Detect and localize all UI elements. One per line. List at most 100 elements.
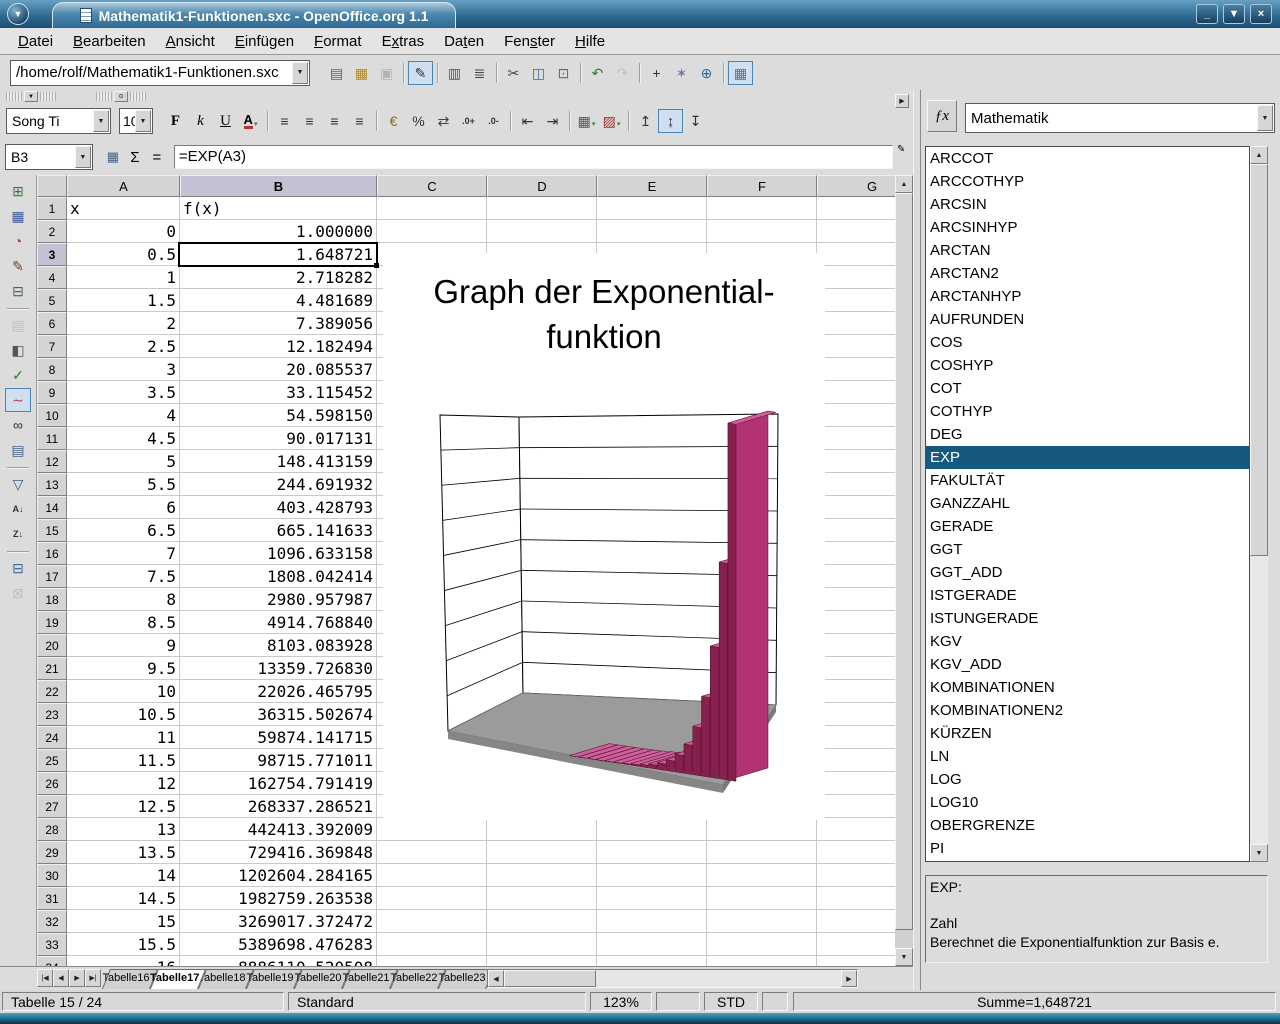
number-format-currency-icon[interactable]: €	[381, 109, 406, 133]
add-decimal-icon[interactable]: .0+	[456, 109, 481, 133]
row-header-2[interactable]: 2	[37, 220, 67, 243]
menu-daten[interactable]: Daten	[434, 30, 494, 53]
gallery-icon[interactable]: ▦	[728, 61, 753, 85]
cell-B14[interactable]: 403.428793	[180, 496, 377, 519]
autopilot-icon[interactable]: ✶	[669, 61, 694, 85]
row-header-4[interactable]: 4	[37, 266, 67, 289]
font-color-icon[interactable]: A▾	[238, 109, 263, 133]
cell-G11[interactable]	[817, 427, 895, 450]
row-header-17[interactable]: 17	[37, 565, 67, 588]
scroll-left-icon[interactable]: ◀	[488, 970, 504, 987]
cell-A1[interactable]: x	[67, 197, 180, 220]
sheet-tab-tabelle17[interactable]: Tabelle17	[150, 969, 198, 989]
horizontal-scrollbar[interactable]: ◀ ▶	[487, 969, 858, 988]
cell-B27[interactable]: 268337.286521	[180, 795, 377, 818]
function-list-item-aufrunden[interactable]: AUFRUNDEN	[926, 308, 1249, 331]
hyperlink-icon[interactable]: ⊕	[694, 61, 719, 85]
sheet-tab-tabelle16[interactable]: Tabelle16	[102, 969, 150, 989]
menu-einfgen[interactable]: Einfügen	[225, 30, 304, 53]
cell-G18[interactable]	[817, 588, 895, 611]
cell-B33[interactable]: 5389698.476283	[180, 933, 377, 956]
embedded-chart[interactable]: Graph der Exponential- funktion	[383, 253, 825, 820]
align-justify-icon[interactable]: ≡	[347, 109, 372, 133]
cell-G13[interactable]	[817, 473, 895, 496]
function-list-item-arcsin[interactable]: ARCSIN	[926, 193, 1249, 216]
cell-E31[interactable]	[597, 887, 707, 910]
sheet-tab-tabelle19[interactable]: Tabelle19	[246, 969, 294, 989]
align-left-icon[interactable]: ≡	[272, 109, 297, 133]
insert-cells-icon[interactable]: ▦	[5, 204, 31, 228]
cell-G34[interactable]	[817, 956, 895, 966]
cell-A34[interactable]: 16	[67, 956, 180, 966]
cell-A6[interactable]: 2	[67, 312, 180, 335]
sheet-tab-tabelle20[interactable]: Tabelle20	[294, 969, 342, 989]
function-list-item-arctan2[interactable]: ARCTAN2	[926, 262, 1249, 285]
function-list-item-arcsinhyp[interactable]: ARCSINHYP	[926, 216, 1249, 239]
function-list-item-arctanhyp[interactable]: ARCTANHYP	[926, 285, 1249, 308]
column-header-C[interactable]: C	[377, 175, 487, 197]
cell-D29[interactable]	[487, 841, 597, 864]
column-header-A[interactable]: A	[67, 175, 180, 197]
export-pdf-icon[interactable]: ▥	[442, 61, 467, 85]
cell-B19[interactable]: 4914.768840	[180, 611, 377, 634]
cell-G1[interactable]	[817, 197, 895, 220]
cell-F33[interactable]	[707, 933, 817, 956]
cell-A32[interactable]: 15	[67, 910, 180, 933]
cell-B16[interactable]: 1096.633158	[180, 542, 377, 565]
auto-spellcheck-icon[interactable]: ∼	[5, 388, 31, 412]
first-sheet-icon[interactable]: |◀	[37, 969, 53, 987]
function-list-item-gerade[interactable]: GERADE	[926, 515, 1249, 538]
find-replace-icon[interactable]: ∞	[5, 413, 31, 437]
menu-fenster[interactable]: Fenster	[494, 30, 565, 53]
cell-E29[interactable]	[597, 841, 707, 864]
cell-F28[interactable]	[707, 818, 817, 841]
cell-G33[interactable]	[817, 933, 895, 956]
function-wizard-panel-button[interactable]: ƒx	[927, 100, 957, 132]
cell-G10[interactable]	[817, 404, 895, 427]
function-list-item-exp[interactable]: EXP	[926, 446, 1249, 469]
cell-G6[interactable]	[817, 312, 895, 335]
cell-G20[interactable]	[817, 634, 895, 657]
cell-E1[interactable]	[597, 197, 707, 220]
cell-A22[interactable]: 10	[67, 680, 180, 703]
row-header-24[interactable]: 24	[37, 726, 67, 749]
function-list-item-ganzzahl[interactable]: GANZZAHL	[926, 492, 1249, 515]
cell-G16[interactable]	[817, 542, 895, 565]
cell-A23[interactable]: 10.5	[67, 703, 180, 726]
function-list-scrollbar-thumb[interactable]	[1250, 164, 1268, 556]
cell-A14[interactable]: 6	[67, 496, 180, 519]
function-list-item-ggt[interactable]: GGT	[926, 538, 1249, 561]
scroll-up-icon[interactable]: ▲	[1250, 146, 1268, 164]
cut-icon[interactable]: ✂	[501, 61, 526, 85]
row-header-8[interactable]: 8	[37, 358, 67, 381]
row-header-33[interactable]: 33	[37, 933, 67, 956]
cell-C29[interactable]	[377, 841, 487, 864]
function-list-item-istgerade[interactable]: ISTGERADE	[926, 584, 1249, 607]
undo-icon[interactable]: ↶	[585, 61, 610, 85]
cell-G22[interactable]	[817, 680, 895, 703]
borders-icon[interactable]: ▦▾	[574, 109, 599, 133]
cell-A28[interactable]: 13	[67, 818, 180, 841]
function-list-item-kombinationen2[interactable]: KOMBINATIONEN2	[926, 699, 1249, 722]
row-header-10[interactable]: 10	[37, 404, 67, 427]
cell-F30[interactable]	[707, 864, 817, 887]
row-header-34[interactable]: 34	[37, 956, 67, 966]
close-button[interactable]: ×	[1250, 4, 1272, 24]
cell-C2[interactable]	[377, 220, 487, 243]
status-sum[interactable]: Summe=1,648721	[793, 992, 1276, 1011]
shade-button[interactable]: ▼	[1223, 4, 1245, 24]
function-category-combobox[interactable]: Mathematik ▼	[965, 103, 1275, 133]
align-center-icon[interactable]: ≡	[297, 109, 322, 133]
toolbar-grip[interactable]: ▼	[6, 91, 56, 102]
cell-G9[interactable]	[817, 381, 895, 404]
row-header-15[interactable]: 15	[37, 519, 67, 542]
cell-A30[interactable]: 14	[67, 864, 180, 887]
row-header-12[interactable]: 12	[37, 450, 67, 473]
cell-A24[interactable]: 11	[67, 726, 180, 749]
sheet-tab-tabelle21[interactable]: Tabelle21	[342, 969, 390, 989]
group-icon[interactable]: ⊟	[5, 556, 31, 580]
decrease-indent-icon[interactable]: ⇤	[515, 109, 540, 133]
cell-D32[interactable]	[487, 910, 597, 933]
row-header-18[interactable]: 18	[37, 588, 67, 611]
cell-F32[interactable]	[707, 910, 817, 933]
